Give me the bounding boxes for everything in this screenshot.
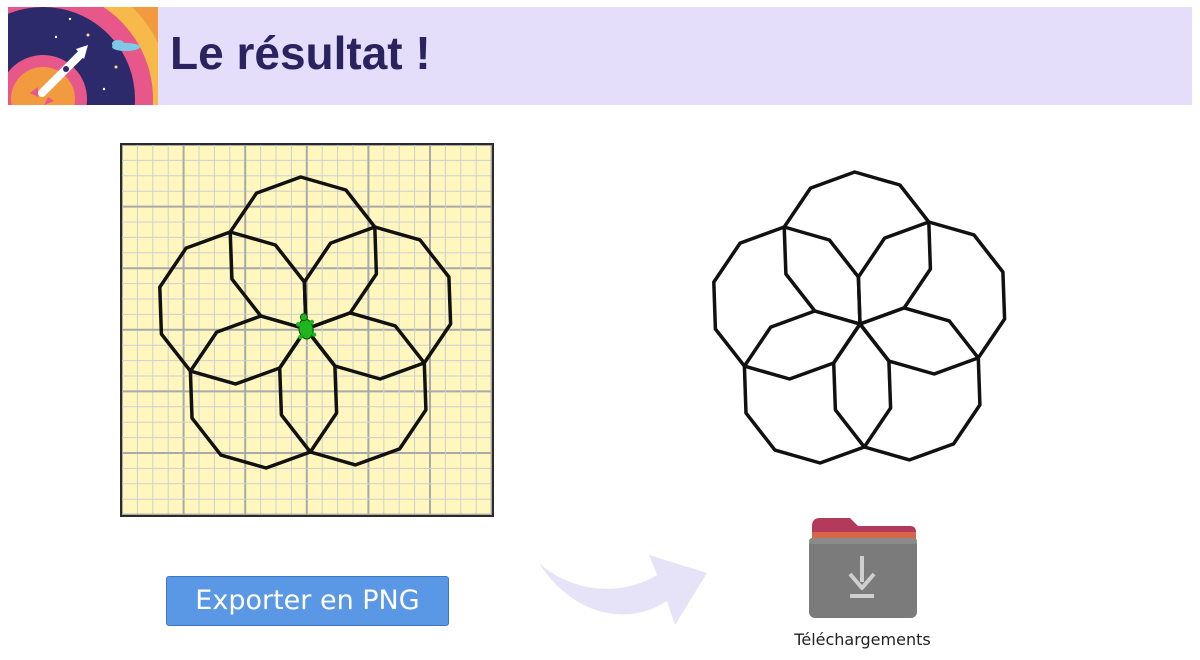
downloads-folder-label: Téléchargements [794,630,931,649]
turtle-canvas [120,143,494,517]
decagon-petal [302,225,453,381]
decagon-petal [782,170,933,326]
download-folder-icon[interactable] [806,516,918,620]
decagon-petal [856,220,1007,376]
turtle-grid-drawing [122,145,492,515]
export-png-button[interactable]: Exporter en PNG [166,576,449,626]
exported-png-preview [690,144,1030,504]
rocket-space-icon [8,7,158,105]
curved-arrow-icon [535,545,715,635]
decagon-petal [158,230,308,386]
page-title: Le résultat ! [170,27,431,79]
decagon-petal [712,225,862,381]
